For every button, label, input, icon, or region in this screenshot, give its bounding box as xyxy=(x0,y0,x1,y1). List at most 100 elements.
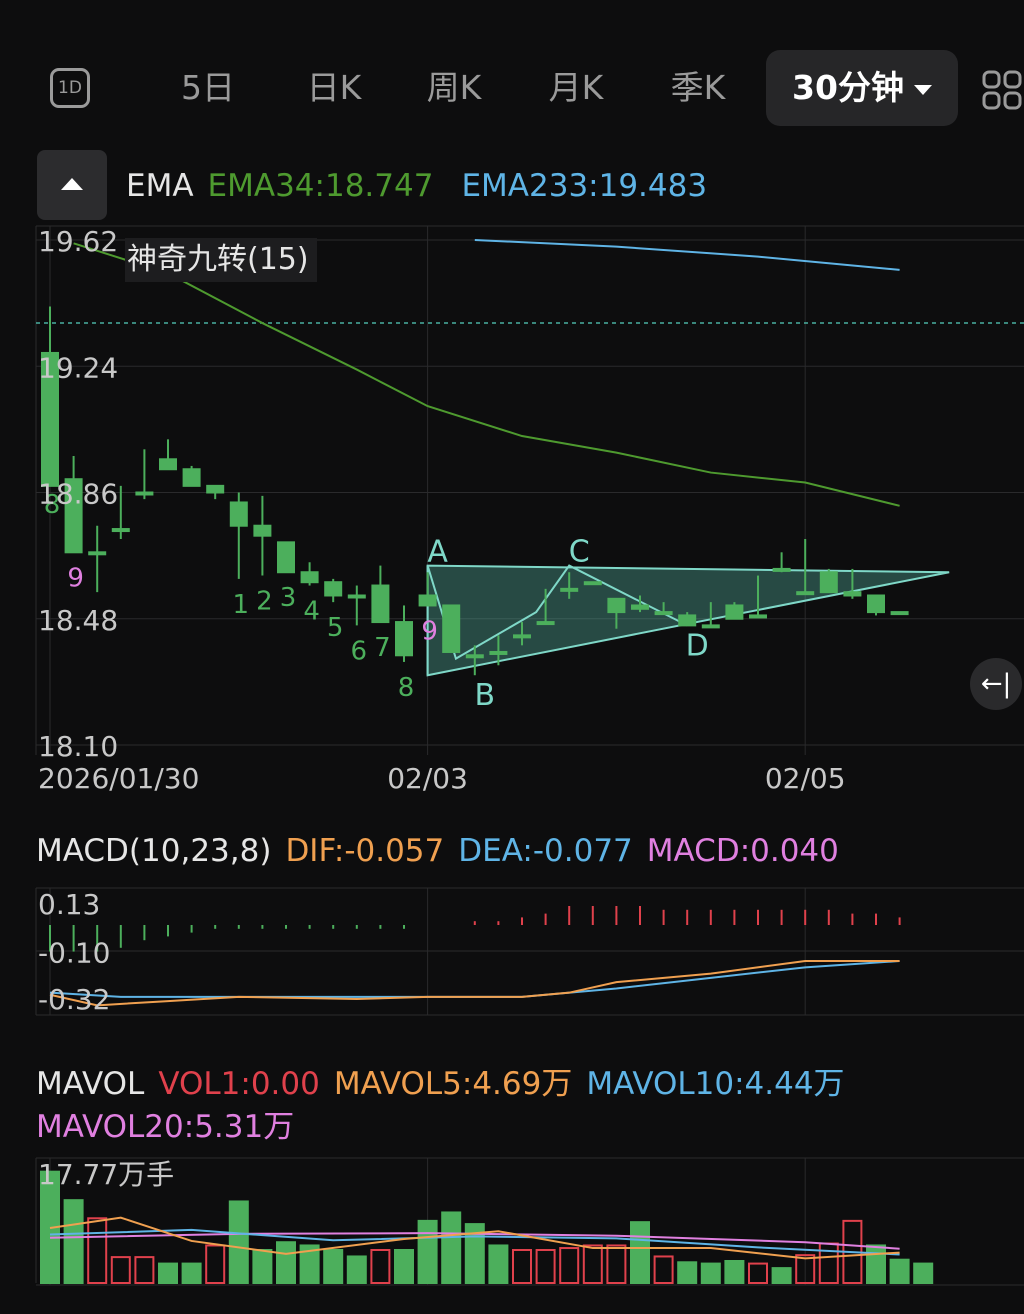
candle-body xyxy=(796,591,815,596)
volume-bar xyxy=(559,1247,580,1285)
candle-body xyxy=(843,591,862,597)
volume-bar xyxy=(677,1261,698,1284)
candle-body xyxy=(253,524,272,537)
volume-bar xyxy=(87,1217,108,1284)
candle-body xyxy=(395,621,413,657)
volume-bar xyxy=(323,1248,344,1285)
volume-bar xyxy=(158,1262,178,1284)
ema34-line xyxy=(73,242,900,507)
volume-bar xyxy=(134,1256,155,1284)
volume-bar xyxy=(653,1255,674,1285)
candle-body xyxy=(583,581,602,586)
candle-body xyxy=(229,501,248,527)
price-tick-label: 18.48 xyxy=(38,604,118,637)
mavol-legend-name: MAVOL xyxy=(36,1066,145,1102)
candle-body xyxy=(300,571,319,584)
candle-body xyxy=(725,604,744,620)
volume-bar xyxy=(630,1221,650,1284)
candle-body xyxy=(442,604,461,653)
macd-tick-label: 0.13 xyxy=(38,888,100,921)
volume-bar xyxy=(866,1244,886,1285)
dif-value: DIF:-0.057 xyxy=(285,833,445,869)
td-sequential-label: 神奇九转(15) xyxy=(125,238,317,282)
volume-bar xyxy=(181,1262,202,1284)
volume-bar xyxy=(110,1256,131,1284)
price-tick-label: 19.24 xyxy=(38,351,118,384)
volume-bar xyxy=(394,1248,414,1285)
price-tick-label: 18.10 xyxy=(38,730,118,763)
candle-body xyxy=(324,581,343,597)
vol1-value: VOL1:0.00 xyxy=(158,1066,320,1102)
volume-bar xyxy=(724,1259,745,1284)
candle-body xyxy=(135,491,154,496)
candle-body xyxy=(536,621,555,626)
volume-bar xyxy=(700,1262,721,1284)
volume-bar xyxy=(488,1244,509,1285)
volume-bar xyxy=(228,1200,249,1285)
mavol5-value: MAVOL5:4.69万 xyxy=(333,1066,573,1102)
candle-body xyxy=(631,604,649,610)
volume-bar xyxy=(252,1248,273,1285)
volume-bar xyxy=(535,1248,556,1285)
volume-bar xyxy=(606,1244,627,1285)
date-tick-label: 02/03 xyxy=(387,762,468,795)
dea-value: DEA:-0.077 xyxy=(458,833,633,869)
macd-tick-label: -0.10 xyxy=(38,937,110,970)
volume-bar xyxy=(582,1244,603,1285)
candle-body xyxy=(418,594,437,607)
volume-bar xyxy=(913,1262,934,1284)
volume-bar xyxy=(346,1255,367,1285)
td-count-label: 3 xyxy=(280,583,297,613)
td-count-label: 5 xyxy=(327,613,344,643)
candle-body xyxy=(772,567,791,572)
td-count-label: 7 xyxy=(374,633,391,663)
volume-bar xyxy=(370,1248,391,1285)
candle-body xyxy=(819,571,838,594)
arrow-left-bar-icon: ←| xyxy=(980,669,1012,699)
candle-body xyxy=(749,614,767,619)
candle-body xyxy=(489,650,508,655)
candle-body xyxy=(867,594,885,614)
volume-max-label: 17.77万手 xyxy=(38,1158,174,1191)
ema233-line xyxy=(474,239,900,271)
volume-bar xyxy=(276,1241,296,1284)
td-count-label: 8 xyxy=(398,673,415,703)
candle-body xyxy=(513,634,531,639)
td-count-label: 9 xyxy=(67,563,84,593)
td-count-label: 4 xyxy=(303,597,320,627)
volume-bar xyxy=(889,1258,910,1284)
expand-chart-button[interactable]: ←| xyxy=(970,658,1022,710)
mavol10-value: MAVOL10:4.44万 xyxy=(586,1066,845,1102)
candle-body xyxy=(560,587,579,592)
pattern-point-label: A xyxy=(427,535,448,570)
td-count-label: 6 xyxy=(351,636,368,666)
candle-body xyxy=(159,458,177,471)
mavol-legend-row2: MAVOL20:5.31万 xyxy=(36,1101,308,1146)
volume-bar xyxy=(771,1267,792,1284)
volume-bar xyxy=(417,1219,438,1284)
volume-bar xyxy=(748,1262,768,1284)
candle-body xyxy=(277,541,295,574)
volume-bar xyxy=(205,1244,226,1285)
price-tick-label: 18.86 xyxy=(38,478,118,511)
macd-legend-name: MACD(10,23,8) xyxy=(36,833,272,869)
macd-legend: MACD(10,23,8) DIF:-0.057 DEA:-0.077 MACD:0.… xyxy=(36,833,853,869)
candle-body xyxy=(111,528,130,533)
date-tick-label: 2026/01/30 xyxy=(38,762,199,795)
volume-bar xyxy=(818,1242,839,1284)
mavol20-value: MAVOL20:5.31万 xyxy=(36,1109,295,1145)
candle-body xyxy=(182,468,201,487)
date-tick-label: 02/05 xyxy=(765,762,846,795)
candle-body xyxy=(206,484,225,494)
volume-bar xyxy=(441,1211,462,1284)
td-count-label: 1 xyxy=(233,590,250,620)
candle-body xyxy=(88,551,107,556)
candle-body xyxy=(654,611,673,616)
td-count-label: 9 xyxy=(421,616,438,646)
candle-body xyxy=(701,624,720,629)
macd-value: MACD:0.040 xyxy=(646,833,839,869)
candle-body xyxy=(347,594,366,599)
candle-body xyxy=(678,614,697,627)
volume-bar xyxy=(512,1248,532,1285)
dif-line xyxy=(49,960,900,1007)
